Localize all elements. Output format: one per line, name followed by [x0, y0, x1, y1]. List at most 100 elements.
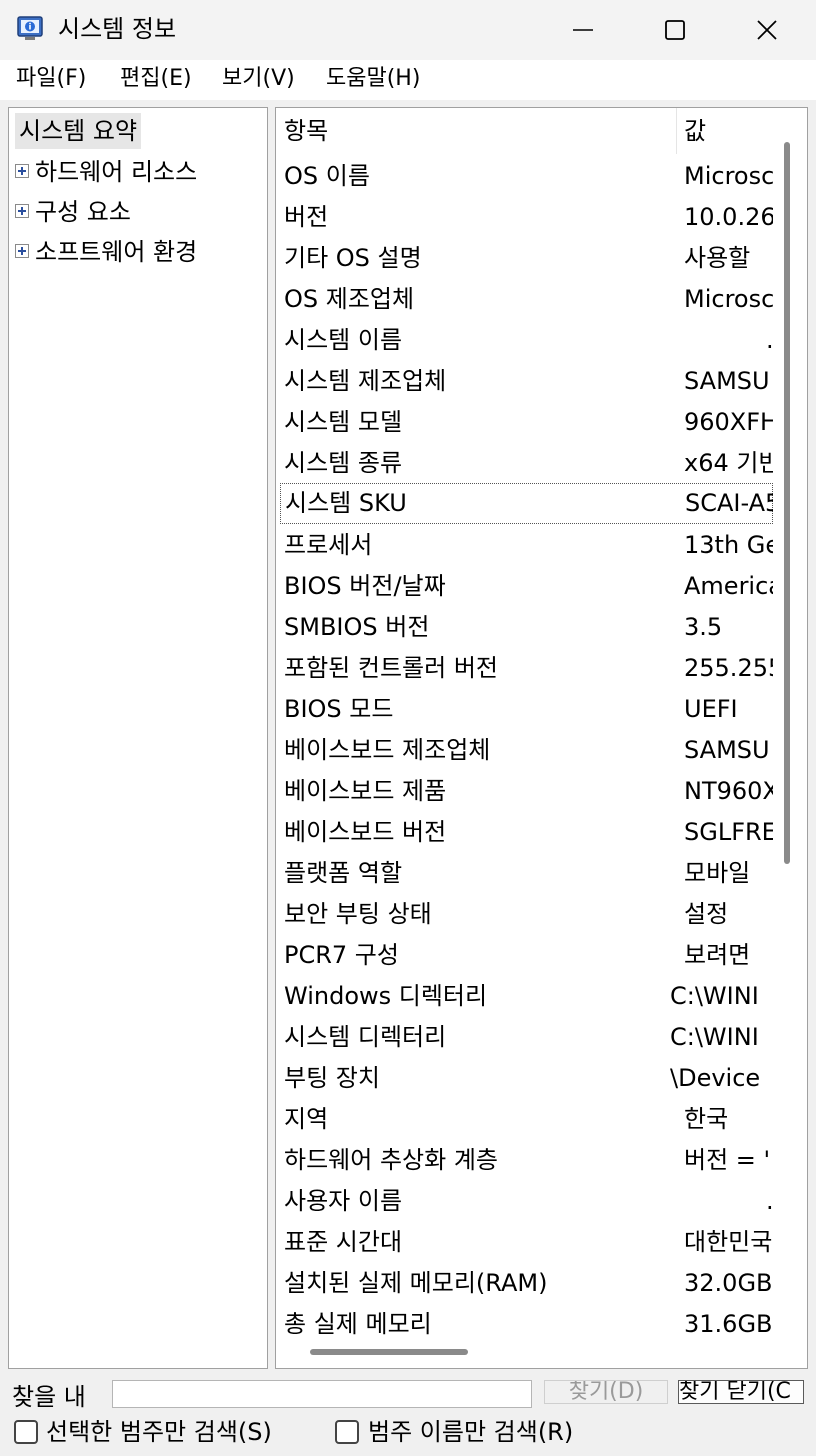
row-item: 시스템 제조업체 [284, 367, 447, 395]
close-icon [757, 20, 777, 40]
row-value: NT960X [684, 777, 773, 805]
row-item: 하드웨어 추상화 계층 [284, 1146, 498, 1174]
vertical-scrollbar-thumb[interactable] [784, 142, 790, 864]
table-row-focused[interactable]: 시스템 SKU SCAI-A5 [280, 483, 773, 524]
table-row[interactable]: 기타 OS 설명 사용할 [276, 238, 773, 279]
table-row[interactable]: 하드웨어 추상화 계층 버전 = ' [276, 1140, 773, 1181]
row-value: . [766, 326, 773, 354]
expand-icon[interactable] [15, 204, 29, 218]
table-row[interactable]: 총 실제 메모리 31.6GB [276, 1304, 773, 1336]
minimize-button[interactable] [538, 0, 628, 60]
expand-icon[interactable] [15, 244, 29, 258]
row-value: C:\WINI [670, 982, 759, 1010]
find-label: 찾을 내 [12, 1383, 86, 1411]
category-names-only-label: 범주 이름만 검색(R) [368, 1418, 574, 1446]
row-value: 3.5 [684, 613, 723, 641]
row-value: 보려면 [684, 941, 751, 969]
table-row[interactable]: 시스템 디렉터리 C:\WINI [276, 1017, 773, 1058]
menu-bar: 파일(F) 편집(E) 보기(V) 도움말(H) [0, 60, 816, 100]
row-item: 시스템 모델 [284, 408, 403, 436]
list-header: 항목 값 [276, 108, 773, 154]
row-item: 시스템 디렉터리 [284, 1023, 447, 1051]
selected-category-only-checkbox[interactable] [14, 1420, 38, 1444]
row-item: SMBIOS 버전 [284, 613, 430, 641]
table-row[interactable]: 표준 시간대 대한민국 [276, 1222, 773, 1263]
row-item: 표준 시간대 [284, 1228, 403, 1256]
table-row[interactable]: 버전 10.0.26 [276, 197, 773, 238]
row-value: 설정 [684, 900, 729, 928]
tree-item-system-summary[interactable]: 시스템 요약 [15, 113, 142, 149]
table-row[interactable]: 플랫폼 역할 모바일 [276, 853, 773, 894]
row-value: SAMSU [684, 367, 770, 395]
row-value: 한국 [684, 1105, 729, 1133]
table-row[interactable]: BIOS 버전/날짜 America [276, 566, 773, 607]
row-item: 시스템 이름 [284, 326, 403, 354]
table-row[interactable]: PCR7 구성 보려면 [276, 935, 773, 976]
row-value: SAMSU [684, 736, 770, 764]
selected-category-only-label: 선택한 범주만 검색(S) [46, 1418, 272, 1446]
category-names-only-checkbox[interactable] [335, 1420, 359, 1444]
find-input[interactable] [112, 1380, 532, 1408]
row-value: 모바일 [684, 859, 751, 887]
table-row[interactable]: OS 제조업체 Microsc [276, 279, 773, 320]
minimize-icon [573, 29, 593, 31]
row-item: 베이스보드 버전 [284, 818, 447, 846]
table-row[interactable]: 부팅 장치 \Device [276, 1058, 773, 1099]
maximize-button[interactable] [630, 0, 720, 60]
menu-file[interactable]: 파일(F) [16, 64, 86, 94]
row-item: 부팅 장치 [284, 1064, 380, 1092]
table-row[interactable]: 사용자 이름. [276, 1181, 773, 1222]
row-item: OS 이름 [284, 162, 370, 190]
expand-icon[interactable] [15, 164, 29, 178]
row-item: 시스템 SKU [285, 489, 407, 517]
table-row[interactable]: SMBIOS 버전 3.5 [276, 607, 773, 648]
table-row[interactable]: 시스템 모델 960XFH [276, 402, 773, 443]
row-value: C:\WINI [670, 1023, 759, 1051]
table-row[interactable]: 지역 한국 [276, 1099, 773, 1140]
close-button[interactable] [722, 0, 812, 60]
table-row[interactable]: 베이스보드 제조업체 SAMSU [276, 730, 773, 771]
column-header-item[interactable]: 항목 [284, 114, 328, 148]
table-row[interactable]: BIOS 모드 UEFI [276, 689, 773, 730]
column-header-value[interactable]: 값 [684, 114, 706, 148]
row-item: 버전 [284, 203, 329, 231]
row-item: 총 실제 메모리 [284, 1310, 432, 1336]
table-row[interactable]: OS 이름 Microsc [276, 156, 773, 197]
close-find-button[interactable]: 찾기 닫기(C [678, 1380, 804, 1404]
tree-item-label: 소프트웨어 환경 [35, 238, 198, 266]
row-value: SGLFRE [684, 818, 773, 846]
table-row[interactable]: 베이스보드 버전 SGLFRE [276, 812, 773, 853]
find-button[interactable]: 찾기(D) [544, 1380, 668, 1404]
row-value: . [766, 1187, 773, 1215]
table-row[interactable]: Windows 디렉터리 C:\WINI [276, 976, 773, 1017]
menu-help[interactable]: 도움말(H) [326, 64, 420, 94]
system-info-icon [16, 14, 46, 44]
table-row[interactable]: 시스템 종류 x64 기반 [276, 443, 773, 484]
horizontal-scrollbar-thumb[interactable] [310, 1349, 468, 1355]
table-row[interactable]: 시스템 제조업체 SAMSU [276, 361, 773, 402]
maximize-icon [665, 20, 685, 40]
menu-edit[interactable]: 편집(E) [120, 64, 192, 94]
row-value: Microsc [684, 285, 773, 313]
row-value: 대한민국 [684, 1228, 773, 1256]
table-row[interactable]: 보안 부팅 상태 설정 [276, 894, 773, 935]
table-row[interactable]: 베이스보드 제품 NT960X [276, 771, 773, 812]
row-value: 255.255 [684, 654, 773, 682]
row-value: 사용할 [684, 244, 751, 272]
window-title: 시스템 정보 [58, 15, 177, 43]
row-value: 10.0.26 [684, 203, 773, 231]
category-tree[interactable]: 시스템 요약 하드웨어 리소스 구성 요소 소프트웨어 환경 [8, 107, 268, 1369]
menu-view[interactable]: 보기(V) [222, 64, 295, 94]
list-viewport: 항목 값 OS 이름 Microsc 버전 10.0.26 기타 OS 설명 사용할 … [276, 108, 773, 1336]
row-value: \Device [670, 1064, 761, 1092]
table-row[interactable]: 포함된 컨트롤러 버전 255.255 [276, 648, 773, 689]
title-bar: 시스템 정보 [0, 0, 816, 60]
details-list[interactable]: 항목 값 OS 이름 Microsc 버전 10.0.26 기타 OS 설명 사용할 … [275, 107, 808, 1369]
column-divider[interactable] [676, 108, 677, 154]
row-item: 베이스보드 제품 [284, 777, 447, 805]
table-row[interactable]: 설치된 실제 메모리(RAM) 32.0GB [276, 1263, 773, 1304]
table-row[interactable]: 프로세서 13th Ge [276, 525, 773, 566]
table-row[interactable]: 시스템 이름. [276, 320, 773, 361]
row-value: 31.6GB [684, 1310, 773, 1336]
row-item: OS 제조업체 [284, 285, 415, 313]
